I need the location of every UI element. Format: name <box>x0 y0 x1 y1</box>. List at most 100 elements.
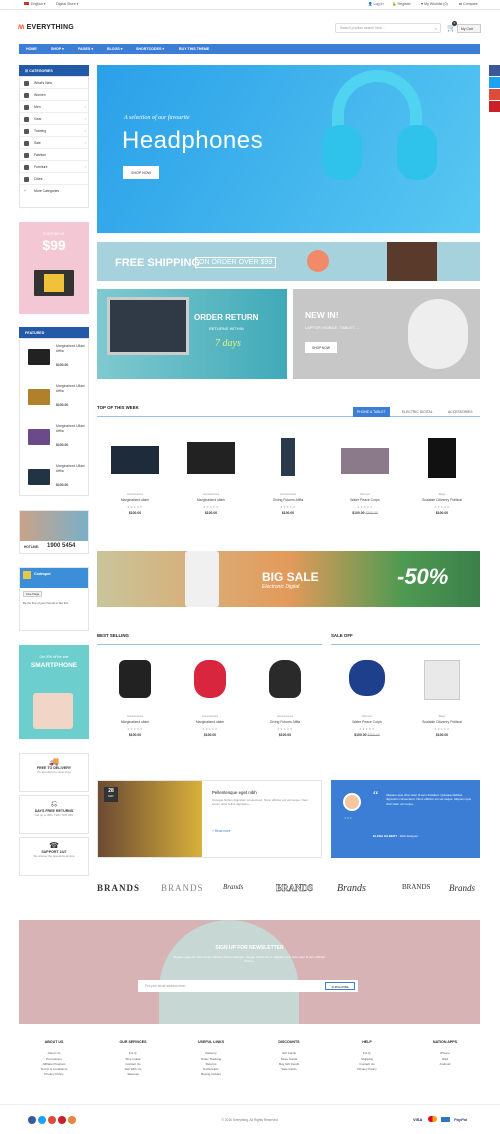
category-item[interactable]: Gear › <box>20 113 90 125</box>
quote-icon: “ <box>373 788 379 802</box>
featured-item[interactable]: Marginalized Ullam Afffia $100.00 <box>20 339 90 379</box>
category-item[interactable]: Furniture › <box>20 161 90 173</box>
order-return-banner[interactable]: ORDER RETURN RETURNS WITHIN 7 days <box>97 289 287 379</box>
product-card[interactable]: Accessories Marginalized ullam ★★★★★ $100.0… <box>173 428 249 538</box>
men-icon <box>24 104 29 110</box>
ball-image <box>307 250 329 272</box>
product-card[interactable]: Accessories Marginalized ullam ★★★★★ $100.0… <box>97 428 173 538</box>
footer-link[interactable]: Sale Cards <box>254 1067 324 1072</box>
subscribe-button[interactable]: SUBSCRIBE <box>325 982 355 990</box>
read-more-link[interactable]: + Read more <box>212 829 231 833</box>
featured-item[interactable]: Marginalized Ullam Afffia $100.00 <box>20 379 90 419</box>
tab-accessories[interactable]: ACCESSORIES <box>444 407 477 417</box>
search-input[interactable]: Search product search here... ⌕ <box>335 23 441 33</box>
training-icon <box>24 128 29 134</box>
register-link[interactable]: 🔒 Register <box>392 2 411 6</box>
featured-item[interactable]: Marginalized Ullam Afffia $100.00 <box>20 459 90 499</box>
category-item[interactable]: + More Categories <box>20 185 90 197</box>
categories-header[interactable]: ☰ CATEGORIES <box>19 65 89 76</box>
new-in-shop-now-button[interactable]: SHOP NOW <box>305 342 337 353</box>
nav-shortcodes[interactable]: SHORTCODES ▾ <box>136 47 164 51</box>
brand-logo[interactable]: BRANDS <box>97 883 140 893</box>
hero-shop-now-button[interactable]: SHOP NOW <box>123 166 159 179</box>
category-item[interactable]: Cities <box>20 173 90 185</box>
language-select[interactable]: English ▾ <box>24 2 46 6</box>
nav-blogs[interactable]: BLOGS ▾ <box>107 47 123 51</box>
google-plus-icon[interactable] <box>489 89 500 100</box>
category-item[interactable]: Training › <box>20 125 90 137</box>
footer-link[interactable]: Privacy Policy <box>19 1072 89 1077</box>
paypal-icon: PayPal <box>454 1117 468 1122</box>
rating-stars: ★★★★★ <box>434 727 450 731</box>
free-shipping-banner[interactable]: FREE SHIPPING ON ORDER OVER $99 <box>97 242 480 281</box>
category-item[interactable]: Fashion <box>20 149 90 161</box>
featured-item[interactable]: Marginalized Ullam Afffia $100.00 <box>20 419 90 459</box>
cart-icon[interactable]: 🛒 0 <box>447 21 457 32</box>
facebook-icon[interactable] <box>489 65 500 76</box>
store-select[interactable]: Digital Store ▾ <box>56 2 78 6</box>
category-item[interactable]: What's New <box>20 77 90 89</box>
compare-link[interactable]: ⇄ Compare <box>459 2 478 6</box>
category-item[interactable]: Men › <box>20 101 90 113</box>
categories-list: What's New Women Men › Gear › Training › Sa… <box>19 76 90 208</box>
new-in-banner[interactable]: NEW IN! LAPTOP, MOBILE, TABLET ... SHOP … <box>293 289 480 379</box>
footer-link[interactable]: Privacy Policy <box>332 1067 402 1072</box>
search-icon[interactable]: ⌕ <box>435 26 437 31</box>
mouse-image <box>269 660 301 698</box>
wishlist-link[interactable]: ♥ My Wishlist (0) <box>421 2 448 6</box>
section-divider <box>97 644 322 645</box>
rating-stars: ☆☆☆ <box>344 816 353 820</box>
model-image <box>387 242 437 281</box>
brand-logo[interactable]: Brands <box>449 883 475 893</box>
rating-stars: ★★★★★ <box>357 505 373 509</box>
footer-link[interactable]: Android <box>410 1062 480 1067</box>
twitter-icon[interactable] <box>489 77 500 88</box>
product-card[interactable]: Bags Scalable Citizenry Political ★★★★★ $10… <box>404 428 480 538</box>
product-card[interactable]: Women Water Peace Corps ★★★★★ $100.00 $300.… <box>329 650 405 760</box>
product-card[interactable]: Accessories Giving Futures Afffia ★★★★★ $10… <box>250 428 326 538</box>
product-card[interactable]: Accessories Giving Futures Afffia ★★★★★ $10… <box>247 650 323 760</box>
nav-home[interactable]: HOME <box>26 47 37 51</box>
big-sale-banner[interactable]: BIG SALE Electronic Digital -50% <box>97 551 480 607</box>
featured-header: FEATURED <box>19 327 89 338</box>
brand-logo[interactable]: BRANDS <box>276 883 313 893</box>
smartphone-banner[interactable]: Get 30% off the sale SMARTPHONE <box>19 645 89 739</box>
brand-logo[interactable]: Brands <box>337 883 366 894</box>
hotline-banner[interactable]: HOTLINE: 1900 5454 <box>19 510 89 554</box>
fashion-icon <box>24 152 29 158</box>
my-cart-button[interactable]: My Cart <box>457 24 481 33</box>
nav-shop[interactable]: SHOP ▾ <box>51 47 64 51</box>
tab-phone-tablet[interactable]: PHONE & TABLET <box>353 407 390 417</box>
brand-logo[interactable]: Brands <box>223 883 243 891</box>
footer-link[interactable]: Sitemap <box>98 1072 168 1077</box>
side-promo-banner[interactable]: STARTING AT $99 <box>19 222 89 314</box>
tab-electric-digital[interactable]: ELECTRIC DIGITAL <box>398 407 437 417</box>
category-item[interactable]: Women <box>20 89 90 101</box>
product-card[interactable]: Women Water Peace Corps ★★★★★ $100.00 $300.… <box>327 428 403 538</box>
brand-logo[interactable]: BRANDS <box>161 883 204 893</box>
product-card[interactable]: Accessories Marginalized ullam ★★★★★ $100.0… <box>172 650 248 760</box>
blog-post[interactable]: 28 MAY Pellentesque eget nibh Quisque fin… <box>97 780 322 858</box>
flag-icon <box>24 2 29 5</box>
pinterest-icon[interactable] <box>489 101 500 112</box>
product-card[interactable]: Bags Scalable Citizenry Political ★★★★★ $10… <box>404 650 480 760</box>
footer-column: DISCOUNTS Gift Cards Store Cards Buy Gift C… <box>254 1040 324 1072</box>
nav-pages[interactable]: PAGES ▾ <box>78 47 93 51</box>
chevron-right-icon: › <box>84 140 86 145</box>
login-link[interactable]: 👤 Log In <box>368 2 383 6</box>
footer-column: NATION APPS iPhone iPad Android <box>410 1040 480 1067</box>
rating-stars: ★★★★★ <box>280 505 296 509</box>
category-item[interactable]: Sale › <box>20 137 90 149</box>
hero-slider[interactable]: A selection of our favourite Headphones … <box>97 65 480 233</box>
visa-icon: VISA <box>413 1117 423 1122</box>
product-card[interactable]: Accessories Marginalized ullam ★★★★★ $100.0… <box>97 650 173 760</box>
nav-buy-theme[interactable]: BUY THIS THEME <box>179 47 209 51</box>
brand-logo[interactable]: BRANDS <box>402 883 430 891</box>
console-image <box>424 660 460 700</box>
product-image <box>28 469 50 485</box>
like-page-button[interactable]: Like Page <box>23 591 43 597</box>
footer-link[interactable]: Buying Guides <box>176 1072 246 1077</box>
footer-column: OUR SERVICES F.A.Q. Size Guide Contact Us Se… <box>98 1040 168 1078</box>
phone-image <box>281 438 295 476</box>
logo[interactable]: ʍ EVERYTHING <box>18 22 74 31</box>
